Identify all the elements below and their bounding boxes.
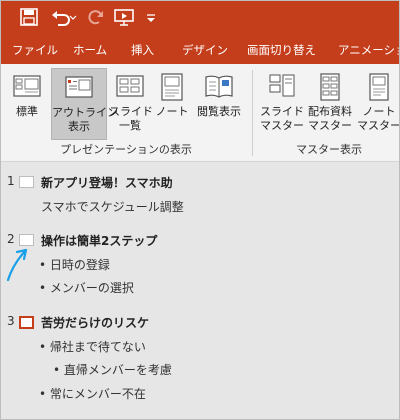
- tab-animations[interactable]: アニメーション: [338, 36, 399, 64]
- tab-home[interactable]: ホーム: [73, 36, 107, 64]
- undo-icon[interactable]: [51, 8, 77, 28]
- notes-page-icon: [161, 73, 183, 101]
- blue-arrow-icon: [6, 248, 28, 282]
- outline-bullet[interactable]: • 直帰メンバーを考慮: [53, 361, 172, 378]
- quick-access-toolbar: [1, 1, 399, 36]
- slide-master-icon: [269, 74, 295, 97]
- outline-text[interactable]: スマホでスケジュール調整: [41, 198, 184, 215]
- presentation-views-group-label: プレゼンテーションの表示: [60, 143, 192, 156]
- normal-view-button[interactable]: 標準: [7, 68, 47, 140]
- save-icon[interactable]: [20, 8, 42, 28]
- reading-view-icon: [205, 75, 233, 98]
- notes-master-icon: [369, 73, 389, 101]
- slide-title[interactable]: 苦労だらけのリスケ: [41, 314, 149, 331]
- outline-bullet[interactable]: • メンバーの選択: [39, 279, 134, 296]
- outline-bullet[interactable]: • 日時の登録: [39, 256, 110, 273]
- redo-icon[interactable]: [85, 8, 105, 28]
- outline-view-icon: [65, 76, 93, 98]
- slide-number: 2: [7, 232, 15, 246]
- reading-view-button[interactable]: 閲覧表示: [195, 68, 243, 140]
- normal-view-icon: [13, 75, 41, 97]
- slide-thumbnail-icon[interactable]: [19, 234, 34, 246]
- slide-title[interactable]: 操作は簡単2ステップ: [41, 232, 157, 249]
- ribbon-tab-bar: ファイル ホーム 挿入 デザイン 画面切り替え アニメーション: [1, 36, 399, 64]
- outline-bullet[interactable]: • 常にメンバー不在: [39, 385, 146, 402]
- outline-view-button[interactable]: アウトライン 表示: [51, 68, 118, 140]
- slide-master-button[interactable]: スライド マスター: [259, 68, 305, 140]
- handout-master-button[interactable]: 配布資料 マスター: [305, 68, 355, 140]
- outline-bullet[interactable]: • 帰社まで待てない: [39, 338, 146, 355]
- slide-sorter-button[interactable]: スライド 一覧: [109, 68, 153, 140]
- slide-title[interactable]: 新アプリ登場！スマホ助: [41, 174, 173, 191]
- master-views-group-label: マスター表示: [296, 143, 362, 156]
- group-divider: [252, 70, 253, 156]
- outline-pane: 1 新アプリ登場！スマホ助 スマホでスケジュール調整 2 操作は簡単2ステップ …: [1, 162, 399, 418]
- present-from-start-icon[interactable]: [113, 8, 135, 28]
- slide-thumbnail-icon[interactable]: [19, 176, 34, 188]
- slide-number: 3: [7, 314, 15, 328]
- slide-sorter-icon: [116, 75, 144, 97]
- tab-file[interactable]: ファイル: [12, 36, 58, 64]
- slide-thumbnail-icon[interactable]: [19, 316, 34, 329]
- notes-master-button[interactable]: ノート マスター: [357, 68, 399, 140]
- notes-page-button[interactable]: ノート: [153, 68, 191, 140]
- slide-number: 1: [7, 174, 15, 188]
- customize-qat-icon[interactable]: [145, 8, 157, 28]
- handout-master-icon: [320, 73, 340, 101]
- view-ribbon: 標準 アウトライン 表示 スライド 一覧 ノート 閲覧表示 プレゼンテーションの…: [1, 64, 399, 162]
- tab-design[interactable]: デザイン: [182, 36, 228, 64]
- tab-transitions[interactable]: 画面切り替え: [247, 36, 316, 64]
- tab-insert[interactable]: 挿入: [131, 36, 154, 64]
